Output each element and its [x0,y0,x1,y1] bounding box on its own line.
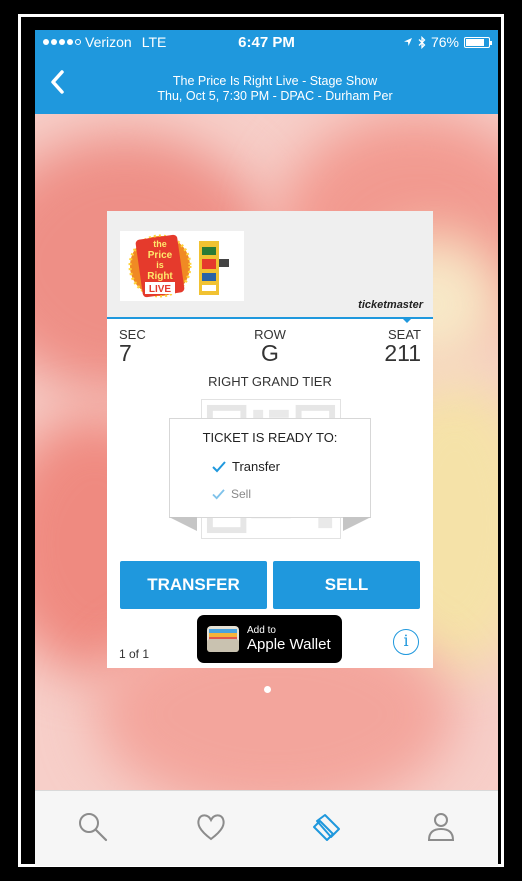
checkmark-icon [212,488,225,500]
event-details: Thu, Oct 5, 7:30 PM - DPAC - Durham Per [157,89,393,103]
wallet-title: Apple Wallet [247,636,331,653]
search-icon[interactable] [75,809,111,845]
ready-option-transfer: Transfer [212,459,280,474]
checkmark-icon [212,460,226,472]
ticket-card: the Price is Right LIVE ticketmaster SEC… [107,211,433,668]
add-to-apple-wallet-button[interactable]: Add to Apple Wallet [197,615,342,663]
tickets-icon[interactable] [309,809,345,845]
logo-line: is [156,260,164,270]
photo-frame: Verizon LTE 6:47 PM 76% The Price Is Rig… [0,0,522,881]
logo-line: LIVE [149,284,172,295]
seat-value: 211 [384,340,421,366]
seating-tier: RIGHT GRAND TIER [208,374,332,389]
section-info: SEC 7 [119,327,146,365]
account-icon[interactable] [423,809,459,845]
option-label: Sell [231,487,252,501]
wallet-icon [207,626,239,652]
tab-bar [35,790,498,866]
event-logo: the Price is Right LIVE [120,231,244,301]
back-chevron-icon[interactable] [47,66,67,98]
page-indicator [264,686,271,693]
wallet-caption: Add to [247,625,276,636]
ticket-header: the Price is Right LIVE ticketmaster [107,211,433,323]
price-is-right-logo: the Price is Right LIVE [128,234,229,298]
phone-screen: Verizon LTE 6:47 PM 76% The Price Is Rig… [35,30,498,866]
section-value: 7 [119,340,132,366]
ticketmaster-logo: ticketmaster [358,299,423,311]
ready-title: TICKET IS READY TO: [202,430,338,445]
sell-button[interactable]: SELL [273,561,420,609]
transfer-button[interactable]: TRANSFER [120,561,267,609]
indicator-arrow [401,317,413,323]
heart-icon[interactable] [193,809,229,845]
option-label: Transfer [232,459,280,474]
location-icon [403,38,412,46]
battery-percent: 76% [430,34,459,50]
seat-info: SEAT 211 [384,327,421,365]
bluetooth-icon [418,35,426,49]
status-bar: Verizon LTE 6:47 PM 76% [35,30,498,52]
navigation-bar: Verizon LTE 6:47 PM 76% The Price Is Rig… [35,30,498,114]
ticket-ready-popup: TICKET IS READY TO: Transfer Sell [169,418,371,518]
info-icon[interactable]: i [393,629,419,655]
popup-ribbon [169,517,197,531]
event-name: The Price Is Right Live - Stage Show [172,74,378,88]
row-info: ROW G [250,327,290,365]
row-value: G [261,340,279,366]
popup-ribbon [343,517,371,531]
logo-line: Right [147,271,173,282]
ticket-pager: 1 of 1 [119,647,150,661]
page-title: The Price Is Right Live - Stage Show Thu… [95,74,455,104]
logo-line: the [153,239,167,249]
ready-option-sell: Sell [212,487,251,501]
battery-icon [464,36,492,48]
